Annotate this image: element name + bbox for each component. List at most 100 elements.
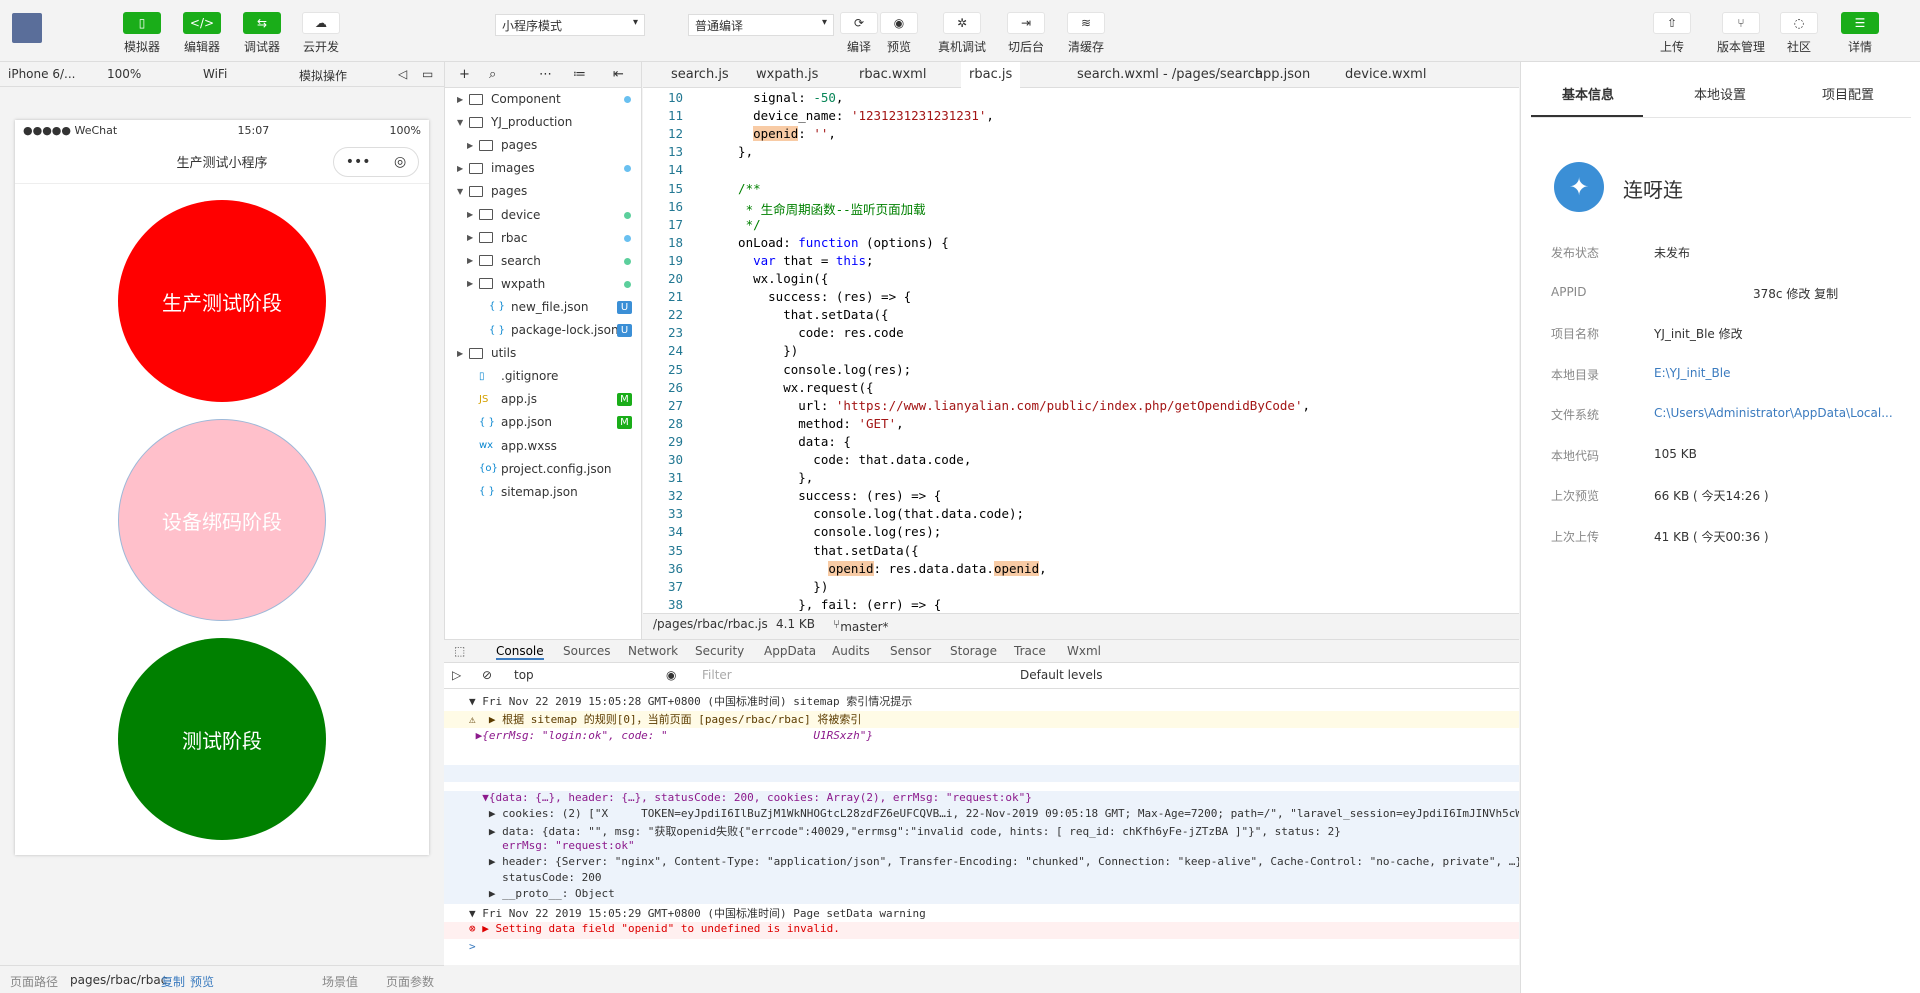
window-icon[interactable]: ▭ — [422, 67, 433, 81]
add-icon[interactable]: + — [459, 67, 470, 82]
mute-icon[interactable]: ◁ — [398, 67, 407, 81]
eye-icon[interactable]: ◉ — [666, 668, 676, 682]
editor-tab[interactable]: app.json — [1247, 62, 1318, 88]
context-select[interactable]: top — [514, 668, 634, 682]
levels-select[interactable]: Default levels — [1020, 668, 1102, 682]
simulator-button[interactable]: ▯ 模拟器 — [117, 12, 167, 55]
editor-tab[interactable]: search.wxml - /pages/search — [1069, 62, 1271, 88]
info-value[interactable]: E:\YJ_init_Ble — [1654, 366, 1730, 380]
json-icon: { } — [479, 486, 495, 498]
tab-project-config[interactable]: 项目配置 — [1822, 84, 1874, 103]
search-icon[interactable]: ⌕ — [489, 67, 496, 82]
zoom-select[interactable]: 100% — [107, 67, 141, 81]
console-line: ▶ header: {Server: "nginx", Content-Type… — [444, 855, 1519, 872]
remote-debug-button[interactable]: ✲ 真机调试 — [937, 12, 987, 55]
console-tab[interactable]: Sources — [563, 644, 610, 658]
more-icon[interactable]: ••• — [346, 154, 371, 170]
capsule-menu[interactable]: ••• ◎ — [333, 147, 419, 177]
device-select[interactable]: iPhone 6/... — [8, 67, 75, 81]
tree-item[interactable]: ▶ pages — [467, 135, 537, 155]
clear-cache-button[interactable]: ≋ 清缓存 — [1061, 12, 1111, 55]
console-tab[interactable]: Wxml — [1067, 644, 1101, 658]
copy-link[interactable]: 复制 — [161, 973, 185, 990]
tree-item[interactable]: {o} project.config.json — [467, 459, 612, 479]
nav-bar: 生产测试小程序 ••• ◎ — [15, 140, 429, 184]
tree-item[interactable]: ▼ YJ_production — [457, 112, 572, 132]
editor-tab[interactable]: search.js — [663, 62, 737, 88]
branch-label[interactable]: ⑂ master* — [833, 617, 889, 634]
cloud-button[interactable]: ☁ 云开发 — [296, 12, 346, 55]
tree-item[interactable]: ▶ rbac — [467, 228, 528, 248]
upload-icon: ⇧ — [1653, 12, 1691, 34]
tree-item[interactable]: ▶ Component — [457, 89, 561, 109]
tree-item[interactable]: { } sitemap.json — [467, 482, 578, 502]
console-tab[interactable]: Trace — [1014, 644, 1046, 658]
version-button[interactable]: ⑂ 版本管理 — [1711, 12, 1771, 55]
editor-tab[interactable]: device.wxml — [1337, 62, 1434, 88]
tree-item[interactable]: wx app.wxss — [467, 436, 557, 456]
editor-tab[interactable]: rbac.js — [961, 62, 1021, 88]
device-bind-button[interactable]: 设备绑码阶段 — [118, 419, 326, 621]
sim-op-select[interactable]: 模拟操作 — [299, 67, 347, 84]
tree-item[interactable]: ▶ utils — [457, 343, 516, 363]
details-button[interactable]: ☰ 详情 — [1835, 12, 1885, 55]
more-icon[interactable]: ⋯ — [539, 67, 552, 82]
preview-link[interactable]: 预览 — [190, 973, 214, 990]
console-tab[interactable]: AppData — [764, 644, 816, 658]
code-editor[interactable]: 10 signal: -50, 11 device_name: '12312312… — [643, 88, 1519, 613]
status-dot — [624, 211, 631, 219]
tree-item[interactable]: ▶ device — [467, 205, 540, 225]
test-stage-button[interactable]: 测试阶段 — [118, 638, 326, 840]
community-button[interactable]: ◌ 社区 — [1774, 12, 1824, 55]
tree-item[interactable]: { } new_file.json — [477, 297, 588, 317]
debug-icon: ⇆ — [243, 12, 281, 34]
line-number: 24 — [667, 343, 683, 359]
tree-item[interactable]: ▶ wxpath — [467, 274, 545, 294]
tree-item[interactable]: ▼ pages — [457, 181, 527, 201]
upload-button[interactable]: ⇧ 上传 — [1647, 12, 1697, 55]
line-number: 30 — [667, 452, 683, 467]
editor-button[interactable]: </> 编辑器 — [177, 12, 227, 55]
console-tab[interactable]: Security — [695, 644, 744, 658]
json-icon: { } — [479, 416, 495, 428]
editor-tabs: search.js wxpath.js rbac.wxml rbac.js search… — [643, 62, 1519, 88]
tree-item[interactable]: ▶ search — [467, 251, 541, 271]
backstage-button[interactable]: ⇥ 切后台 — [1001, 12, 1051, 55]
console-tab[interactable]: Sensor — [890, 644, 931, 658]
status-dot — [624, 165, 631, 173]
tree-item[interactable]: ▶ images — [457, 158, 535, 178]
console-tab[interactable]: Storage — [950, 644, 997, 658]
console-tab[interactable]: Console — [496, 644, 544, 660]
preview-button[interactable]: ◉ 预览 — [874, 12, 924, 55]
collapse-icon[interactable]: ≔ — [573, 67, 586, 82]
clear-icon[interactable]: ⊘ — [482, 668, 492, 682]
close-icon[interactable]: ◎ — [394, 154, 406, 170]
tree-item[interactable]: { } package-lock.json — [477, 320, 619, 340]
tree-item[interactable]: { } app.json — [467, 412, 552, 432]
mode-select[interactable]: 小程序模式 — [495, 14, 645, 36]
scene-button[interactable]: 场景值 — [322, 973, 358, 990]
code-line: */ — [723, 216, 761, 232]
tree-toolbar: + ⌕ ⋯ ≔ ⇤ — [445, 62, 641, 88]
filter-input[interactable]: Filter — [702, 668, 732, 682]
production-test-button[interactable]: 生产测试阶段 — [118, 200, 326, 402]
inspect-icon[interactable]: ⬚ — [454, 644, 465, 658]
line-number: 31 — [667, 470, 683, 486]
tree-item[interactable]: ▯ .gitignore — [467, 366, 558, 386]
tab-basic-info[interactable]: 基本信息 — [1562, 84, 1614, 103]
split-icon[interactable]: ⇤ — [613, 67, 624, 82]
params-button[interactable]: 页面参数 — [386, 973, 434, 990]
editor-tab[interactable]: wxpath.js — [748, 62, 826, 88]
tab-local-settings[interactable]: 本地设置 — [1694, 84, 1746, 103]
console-tab[interactable]: Audits — [832, 644, 870, 658]
avatar[interactable] — [12, 13, 42, 43]
sidebar-toggle-icon[interactable]: ▷ — [452, 668, 461, 682]
editor-tab[interactable]: rbac.wxml — [851, 62, 934, 88]
tree-item[interactable]: JS app.js — [467, 389, 537, 409]
compile-mode-select[interactable]: 普通编译 — [688, 14, 834, 36]
network-select[interactable]: WiFi — [203, 67, 227, 81]
debugger-button[interactable]: ⇆ 调试器 — [237, 12, 287, 55]
info-value[interactable]: C:\Users\Administrator\AppData\Local... — [1654, 406, 1893, 420]
console-tab[interactable]: Network — [628, 644, 678, 658]
